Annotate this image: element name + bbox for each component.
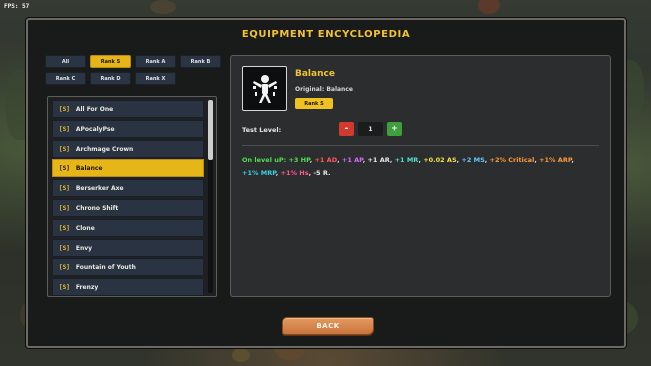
rank-tag: [S]: [59, 244, 70, 252]
stat-separator: ,: [308, 169, 312, 177]
rank-tag: [S]: [59, 125, 70, 133]
tab-rank-x[interactable]: Rank X: [135, 72, 176, 85]
modal-title: EQUIPMENT ENCYCLOPEDIA: [241, 29, 411, 40]
stat-entry: +3 HP: [288, 156, 310, 164]
increase-level-button[interactable]: +: [387, 122, 402, 136]
stat-entry: +1 AD: [314, 156, 338, 164]
item-label: All For One: [75, 105, 114, 113]
item-label: Berserker Axe: [75, 184, 124, 192]
list-item[interactable]: [S] Envy: [52, 239, 204, 257]
list-item[interactable]: [S] Berserker Axe: [52, 179, 204, 197]
rank-tag: [S]: [59, 105, 70, 113]
rank-tag: [S]: [59, 164, 70, 172]
item-label: Balance: [75, 164, 103, 172]
list-item[interactable]: [S] Clone: [52, 219, 204, 237]
item-icon-frame: [242, 66, 287, 111]
stat-entry: +0.02 AS: [423, 156, 457, 164]
stat-entry: +1% ARP: [539, 156, 572, 164]
rank-tag: [S]: [59, 145, 70, 153]
stat-separator: ,: [418, 156, 421, 164]
item-label: Frenzy: [75, 283, 99, 291]
tab-all[interactable]: All: [45, 55, 86, 68]
stat-entry: +1 AP: [341, 156, 363, 164]
background-decoration: [150, 0, 176, 14]
stat-separator: ,: [534, 156, 537, 164]
balance-figure-icon: [252, 74, 277, 103]
item-label: Archmage Crown: [75, 145, 134, 153]
stat-separator: ,: [275, 169, 279, 177]
stat-entry: -5 R.: [313, 169, 331, 177]
item-name: Balance: [295, 69, 335, 79]
stat-entry: +1 MR: [394, 156, 419, 164]
item-label: Clone: [75, 224, 95, 232]
list-item[interactable]: [S] All For One: [52, 100, 204, 118]
list-item[interactable]: [S] Fountain of Youth: [52, 258, 204, 276]
list-item-selected[interactable]: [S] Balance: [52, 159, 204, 177]
list-item[interactable]: [S] APocalyPse: [52, 120, 204, 138]
list-scrollbar[interactable]: [208, 100, 213, 293]
list-item[interactable]: [S] Frenzy: [52, 278, 204, 296]
tab-rank-s[interactable]: Rank S: [90, 55, 131, 68]
stat-separator: ,: [389, 156, 393, 164]
list-item[interactable]: [S] Chrono Shift: [52, 199, 204, 217]
stat-entry: +1% MRP: [242, 169, 276, 177]
fps-counter: FPS: 57: [4, 3, 30, 10]
stats-intro: On level uP:: [242, 156, 287, 164]
item-label: Envy: [75, 244, 93, 252]
scrollbar-thumb[interactable]: [208, 100, 213, 160]
stat-separator: ,: [362, 156, 366, 164]
stat-separator: ,: [456, 156, 460, 164]
rank-tag: [S]: [59, 283, 70, 291]
stat-separator: ,: [484, 156, 488, 164]
test-level-label: Test Level:: [242, 126, 282, 134]
stat-separator: ,: [309, 156, 313, 164]
background-decoration: [232, 348, 250, 362]
stat-entry: +1% Hs: [280, 169, 309, 177]
list-item[interactable]: [S] Archmage Crown: [52, 140, 204, 158]
stat-entry: +2 MS: [461, 156, 485, 164]
item-details-panel: Balance Original: Balance Rank S Test Le…: [230, 55, 611, 297]
rank-badge: Rank S: [295, 98, 333, 109]
stat-separator: ,: [337, 156, 340, 164]
level-value: 1: [358, 122, 383, 136]
item-label: Chrono Shift: [75, 204, 119, 212]
rank-filter-tabs: All Rank S Rank A Rank B Rank C Rank D R…: [45, 55, 223, 85]
rank-tag: [S]: [59, 224, 70, 232]
tab-rank-d[interactable]: Rank D: [90, 72, 131, 85]
stat-entry: +1 AR: [367, 156, 390, 164]
tab-rank-a[interactable]: Rank A: [135, 55, 176, 68]
decrease-level-button[interactable]: -: [339, 122, 354, 136]
item-original-name: Original: Balance: [295, 86, 353, 93]
tab-rank-b[interactable]: Rank B: [180, 55, 221, 68]
rank-tag: [S]: [59, 184, 70, 192]
rank-tag: [S]: [59, 204, 70, 212]
rank-tag: [S]: [59, 263, 70, 271]
stat-entry: +2% Critical: [489, 156, 535, 164]
divider: [242, 145, 599, 146]
back-button[interactable]: BACK: [282, 317, 374, 335]
encyclopedia-modal: EQUIPMENT ENCYCLOPEDIA All Rank S Rank A…: [26, 18, 626, 348]
equipment-list: [S] All For One [S] APocalyPse [S] Archm…: [47, 96, 217, 297]
tab-rank-c[interactable]: Rank C: [45, 72, 86, 85]
level-up-stats: On level uP: +3 HP, +1 AD, +1 AP, +1 AR,…: [242, 154, 598, 180]
item-label: Fountain of Youth: [75, 263, 136, 271]
item-label: APocalyPse: [75, 125, 115, 133]
stat-separator: ,: [571, 156, 574, 164]
